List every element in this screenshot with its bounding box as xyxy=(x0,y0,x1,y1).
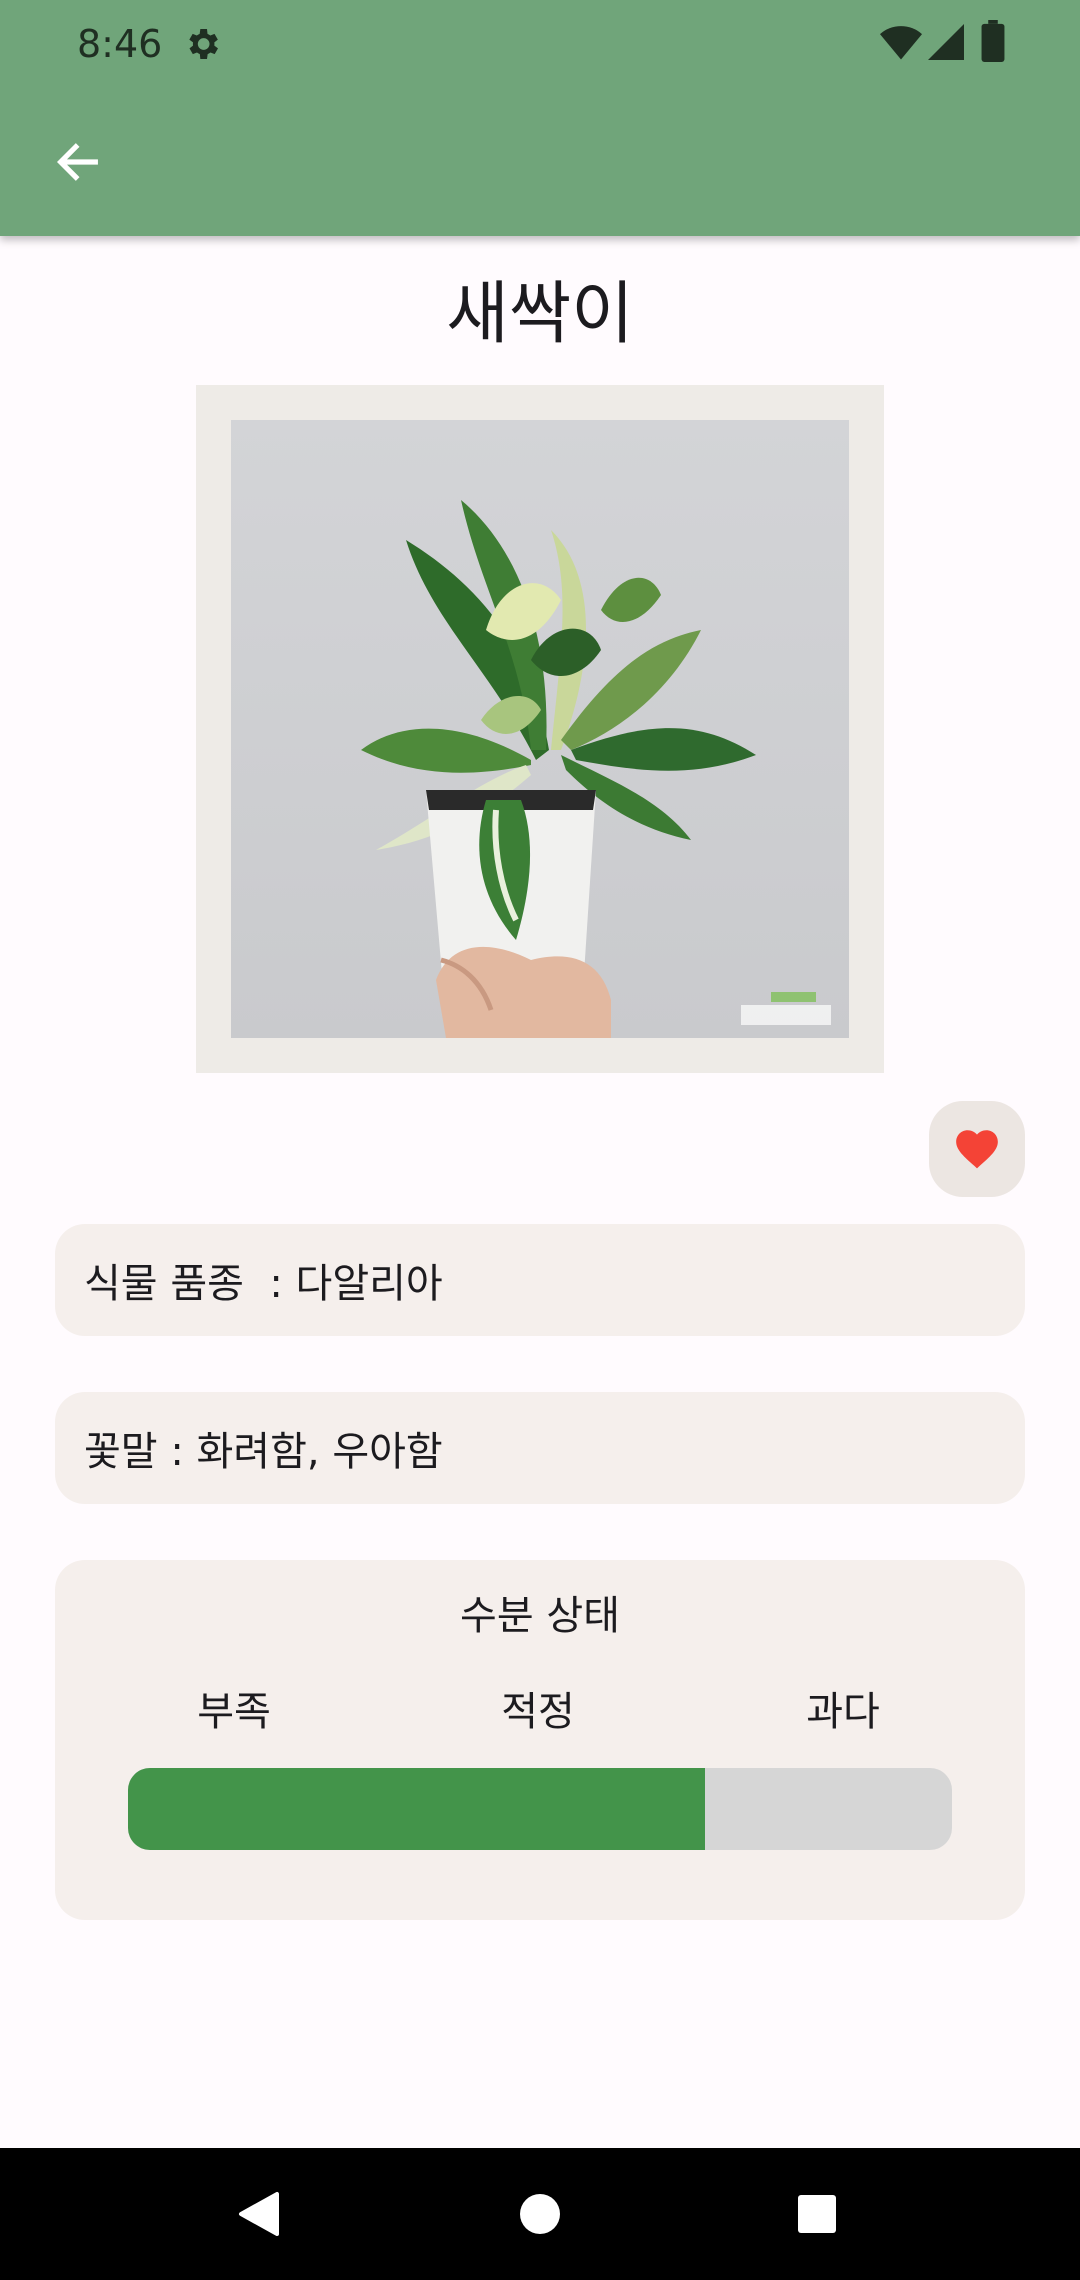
species-text: 식물 품종 : 다알리아 xyxy=(84,1261,443,1307)
water-label-low: 부족 xyxy=(197,1689,271,1735)
plant-photo-frame xyxy=(196,385,884,1073)
plant-photo-image xyxy=(361,500,831,1038)
plant-name-title: 새싹이 xyxy=(446,275,634,354)
water-label-optimal: 적정 xyxy=(501,1689,575,1735)
favorite-button[interactable] xyxy=(929,1101,1025,1197)
flower-meaning-card: 꽃말 : 화려함, 우아함 xyxy=(55,1392,1025,1504)
back-button[interactable] xyxy=(38,122,118,202)
status-time: 8:46 xyxy=(77,22,163,66)
nav-recent-button[interactable] xyxy=(777,2174,857,2254)
arrow-left-icon xyxy=(56,143,98,181)
app-bar: 8:46 xyxy=(0,0,1080,236)
nav-back-button[interactable] xyxy=(219,2174,299,2254)
water-status-card: 수분 상태 부족 적정 과다 xyxy=(55,1560,1025,1920)
water-level-bar xyxy=(128,1768,952,1850)
system-nav-bar xyxy=(0,2148,1080,2280)
nav-home-button[interactable] xyxy=(500,2174,580,2254)
nav-home-icon xyxy=(520,2194,560,2234)
water-label-excess: 과다 xyxy=(806,1689,880,1735)
water-status-title: 수분 상태 xyxy=(460,1593,620,1639)
water-level-fill xyxy=(128,1768,705,1850)
nav-back-icon xyxy=(239,2192,279,2236)
plant-photo xyxy=(231,420,849,1038)
flower-meaning-text: 꽃말 : 화려함, 우아함 xyxy=(84,1429,443,1475)
wifi-icon xyxy=(880,26,922,60)
heart-icon xyxy=(956,1130,998,1169)
nav-recent-icon xyxy=(798,2195,836,2233)
battery-icon xyxy=(981,20,1005,62)
gear-icon xyxy=(189,29,218,59)
signal-icon xyxy=(928,24,964,60)
species-card: 식물 품종 : 다알리아 xyxy=(55,1224,1025,1336)
